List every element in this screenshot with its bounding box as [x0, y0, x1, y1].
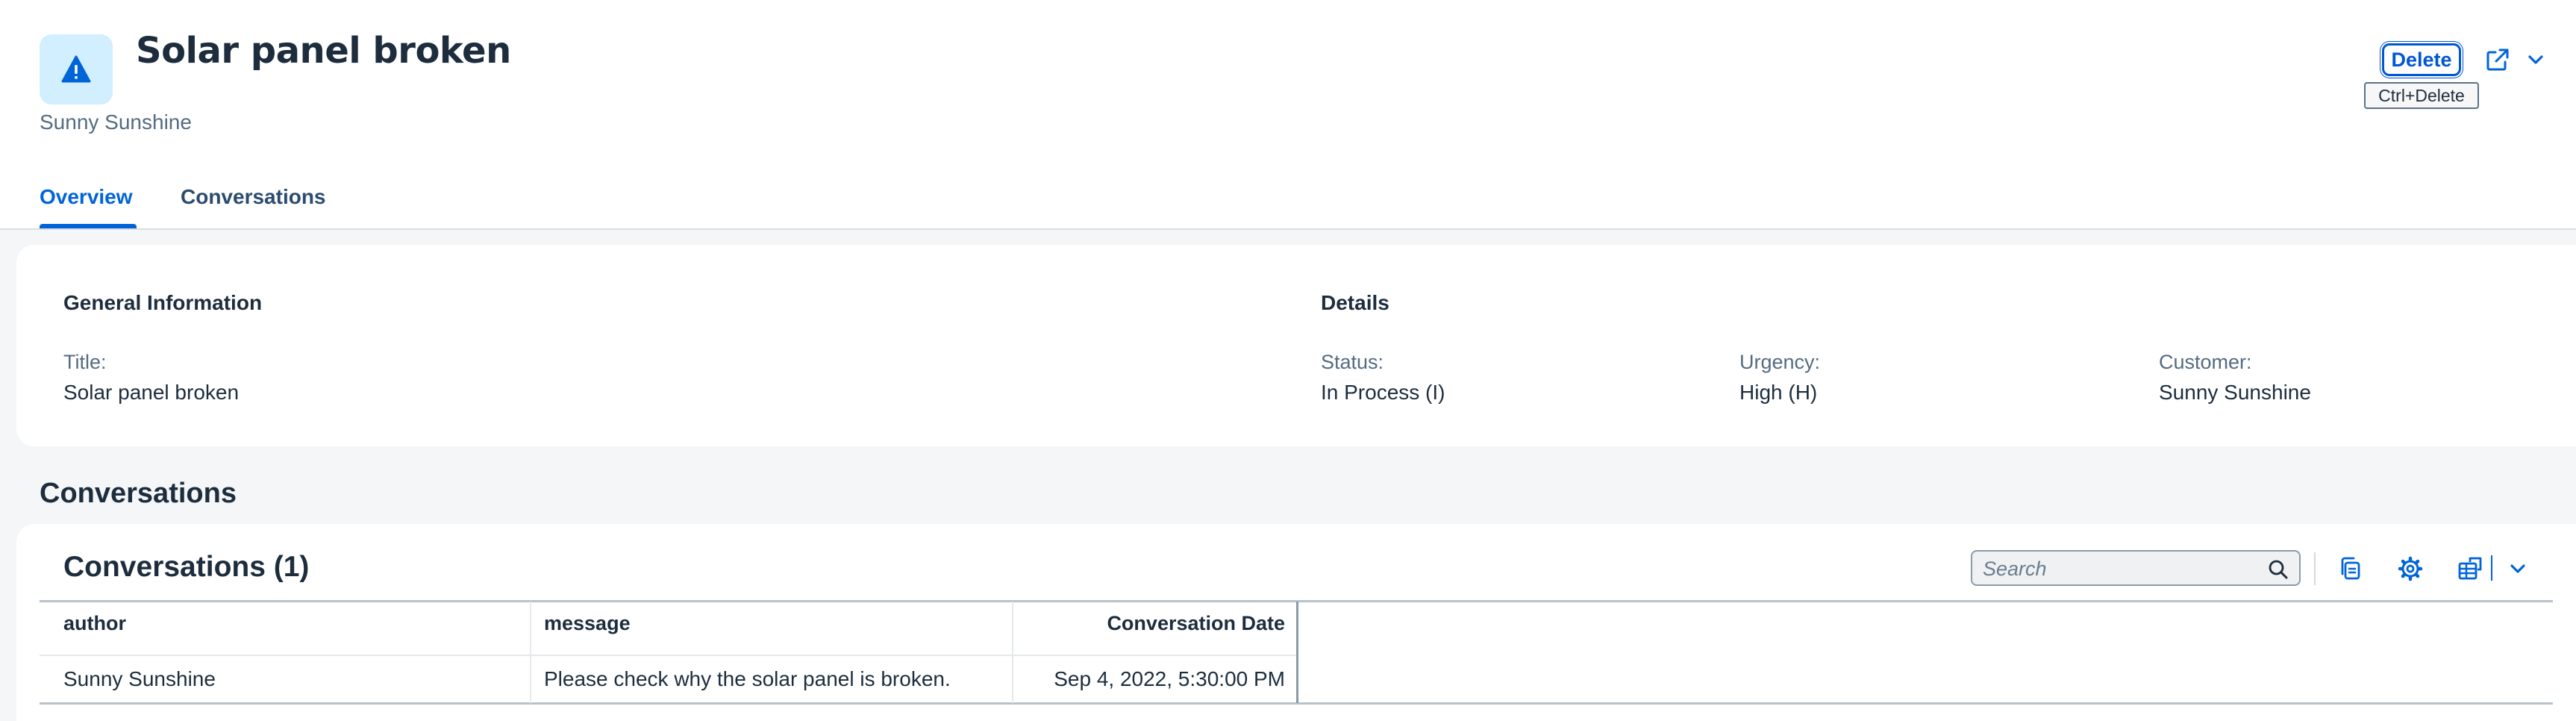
search-field[interactable]	[1971, 550, 2301, 586]
copy-icon	[2341, 557, 2360, 580]
customer-field-value: Sunny Sunshine	[2159, 381, 2311, 404]
export-split-separator	[2491, 555, 2492, 581]
table-settings-button[interactable]	[2395, 554, 2425, 584]
export-spreadsheet-icon	[2458, 557, 2482, 580]
chevron-down-icon	[2528, 55, 2543, 64]
warning-icon	[40, 34, 113, 104]
title-field-label: Title:	[63, 351, 107, 373]
overview-section	[16, 245, 2576, 446]
export-button[interactable]	[2455, 554, 2485, 584]
column-divider	[530, 602, 531, 703]
customer-field-label: Customer:	[2159, 351, 2252, 373]
page-subtitle: Sunny Sunshine	[40, 110, 192, 134]
toolbar-separator	[2314, 552, 2316, 585]
tab-overview[interactable]: Overview	[40, 185, 133, 209]
copy-button[interactable]	[2336, 554, 2366, 584]
column-header-conversation-date[interactable]: Conversation Date	[1022, 612, 1285, 635]
cell-author: Sunny Sunshine	[63, 667, 216, 690]
title-field-value: Solar panel broken	[63, 381, 240, 404]
delete-shortcut-tooltip: Ctrl+Delete	[2364, 82, 2479, 109]
cell-conversation-date: Sep 4, 2022, 5:30:00 PM	[1054, 667, 1285, 690]
details-heading: Details	[1321, 291, 1389, 314]
selected-tab-indicator	[40, 224, 137, 228]
general-information-heading: General Information	[63, 291, 263, 314]
status-field-label: Status:	[1321, 351, 1384, 373]
page-title: Solar panel broken	[136, 30, 511, 72]
export-options-button[interactable]	[2503, 554, 2533, 584]
column-header-author[interactable]: author	[63, 612, 126, 635]
delete-button[interactable]: Delete	[2382, 43, 2461, 76]
urgency-field-label: Urgency:	[1739, 351, 1821, 373]
share-menu-button[interactable]	[2485, 43, 2545, 76]
search-icon[interactable]	[2268, 559, 2289, 580]
status-field-value: In Process (I)	[1321, 381, 1445, 404]
column-divider	[1012, 602, 1013, 703]
column-divider	[1296, 602, 1298, 703]
chevron-down-icon	[2510, 564, 2525, 573]
search-input[interactable]	[1983, 556, 2251, 581]
table-row-divider	[40, 655, 1297, 656]
table-title: Conversations (1)	[63, 551, 310, 583]
urgency-field-value: High (H)	[1739, 381, 1818, 404]
cell-message: Please check why the solar panel is brok…	[544, 667, 951, 690]
conversations-section-heading: Conversations	[40, 478, 237, 509]
tab-conversations[interactable]: Conversations	[181, 185, 326, 209]
share-icon	[2486, 49, 2509, 71]
column-header-message[interactable]: message	[544, 612, 631, 635]
gear-icon	[2398, 556, 2423, 581]
object-page-header: Solar panel broken Sunny Sunshine Delete…	[0, 0, 2576, 230]
